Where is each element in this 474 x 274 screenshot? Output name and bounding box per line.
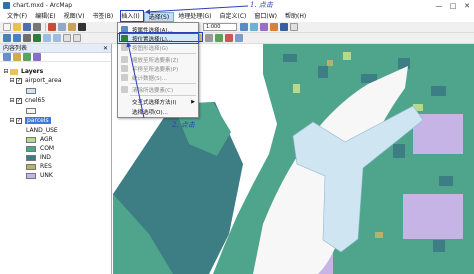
step2-annotation: 2. 点击 [172,121,195,129]
step1-arrow [145,5,249,15]
annotation-arrows [126,5,249,119]
step2-arrow [126,42,145,119]
step1-annotation: 1. 点击 [250,1,273,9]
